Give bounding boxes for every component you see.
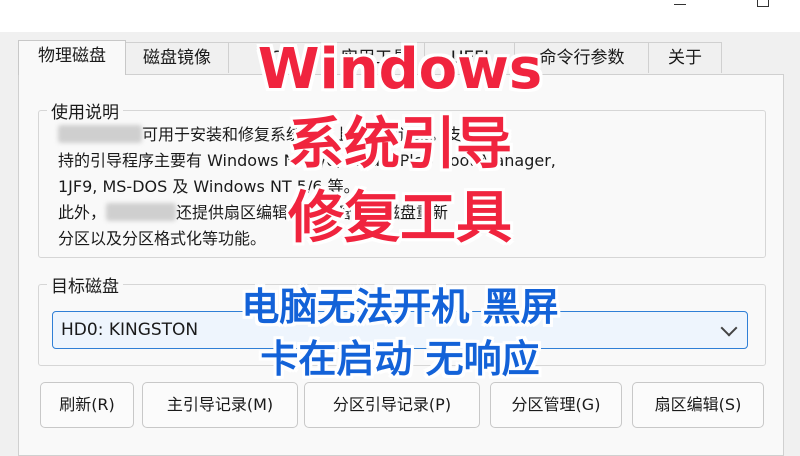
overlay-line-2: 系统引导: [288, 112, 512, 177]
overlay-line-3: 修复工具: [288, 186, 512, 251]
minimize-icon[interactable]: [660, 0, 700, 14]
pbr-button[interactable]: 分区引导记录(P): [304, 382, 480, 428]
refresh-button[interactable]: 刷新(R): [40, 382, 134, 428]
overlay-sub-2: 卡在启动 无响应: [260, 337, 540, 381]
maximize-icon[interactable]: [744, 0, 784, 14]
title-bar: [0, 0, 800, 32]
mbr-button[interactable]: 主引导记录(M): [142, 382, 298, 428]
sector-editor-button[interactable]: 扇区编辑(S): [632, 382, 764, 428]
partition-manager-button[interactable]: 分区管理(G): [490, 382, 622, 428]
overlay-sub-1: 电脑无法开机 黑屏: [241, 285, 559, 329]
tab-physical-disk[interactable]: 物理磁盘: [18, 40, 126, 75]
